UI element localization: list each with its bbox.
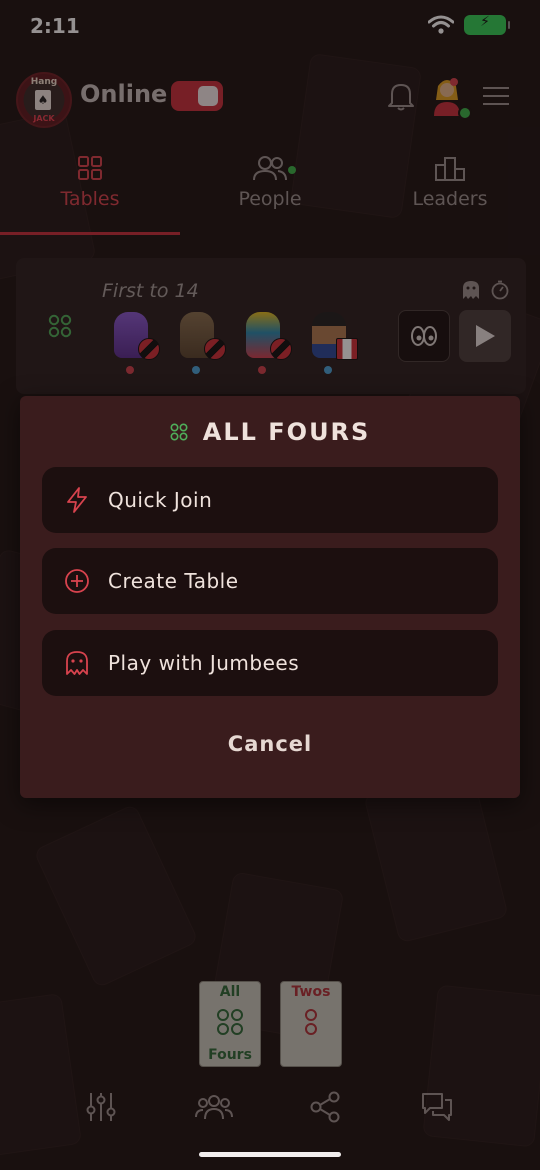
sheet-title: ALL FOURS — [202, 418, 371, 446]
home-indicator — [199, 1152, 341, 1157]
all-fours-icon — [170, 423, 188, 441]
plus-circle-icon — [65, 569, 89, 593]
quick-join-button[interactable]: Quick Join — [42, 467, 498, 533]
ghost-icon — [66, 651, 88, 675]
cancel-button[interactable]: Cancel — [20, 732, 520, 756]
lightning-icon — [67, 487, 87, 513]
play-with-jumbees-button[interactable]: Play with Jumbees — [42, 630, 498, 696]
game-mode-action-sheet: ALL FOURS Quick Join Create Table Play w… — [20, 396, 520, 798]
create-table-button[interactable]: Create Table — [42, 548, 498, 614]
